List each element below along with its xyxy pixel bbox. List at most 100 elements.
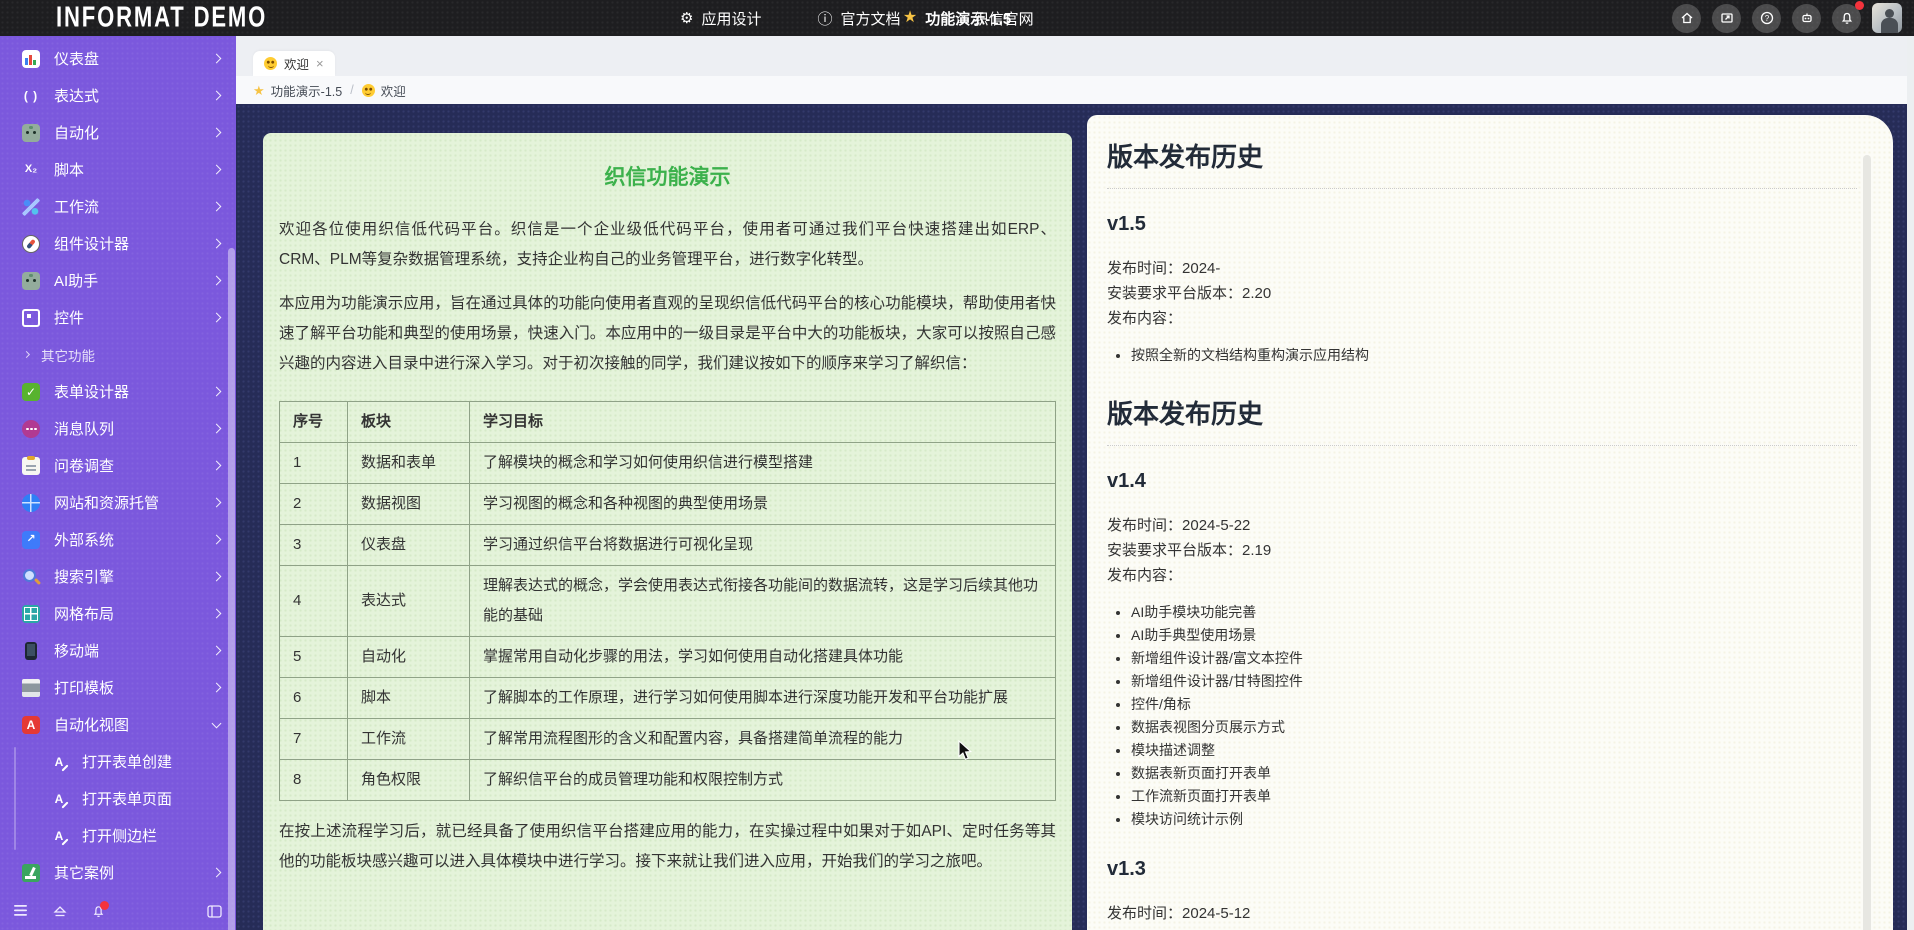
app-logo: INFORMAT DEMO — [56, 1, 267, 34]
table-header-cell: 序号 — [280, 402, 348, 443]
sidebar-item-automation-view[interactable]: A 自动化视图 — [0, 706, 236, 743]
sidebar-item[interactable]: 消息队列 — [0, 410, 236, 447]
chevron-right-icon — [212, 54, 222, 64]
release-panel-scrollbar[interactable] — [1863, 155, 1871, 930]
topbar-menu-item[interactable]: ⚙ 应用设计 — [680, 8, 761, 29]
sidebar-item[interactable]: 工作流 — [0, 188, 236, 225]
home-button[interactable] — [1672, 4, 1701, 33]
star-icon: ★ — [253, 84, 265, 97]
sidebar-item[interactable]: 问卷调查 — [0, 447, 236, 484]
table-row: 4 表达式 理解表达式的概念，学会使用表达式衔接各功能间的数据流转，这是学习后续… — [280, 566, 1056, 637]
sidebar-item[interactable]: 搜索引擎 — [0, 558, 236, 595]
sidebar-item[interactable]: ( ) 表达式 — [0, 77, 236, 114]
chevron-right-icon — [212, 313, 222, 323]
table-row: 7 工作流 了解常用流程图形的含义和配置内容，具备搭建简单流程的能力 — [280, 719, 1056, 760]
robot-icon — [1799, 10, 1815, 26]
release-section-v13: v1.3 发布时间：2024-5-12 安装要求平台版本：2.19 — [1107, 858, 1857, 930]
sidebar-item[interactable]: ✓ 表单设计器 — [0, 373, 236, 410]
sidebar-footer — [0, 892, 236, 930]
release-date: 2024-5-12 — [1182, 905, 1250, 922]
sidebar-item[interactable]: AI助手 — [0, 262, 236, 299]
sidebar-group-other-functions[interactable]: 其它功能 — [0, 336, 236, 373]
sidebar-item[interactable]: ↗ 外部系统 — [0, 521, 236, 558]
robot-button[interactable] — [1792, 4, 1821, 33]
sidebar-item[interactable]: 控件 — [0, 299, 236, 336]
svg-text:?: ? — [1764, 14, 1769, 23]
sidebar-item[interactable]: 打印模板 — [0, 669, 236, 706]
table-row: 1 数据和表单 了解模块的概念和学习如何使用织信进行模型搭建 — [280, 443, 1056, 484]
window-share-button[interactable] — [1712, 4, 1741, 33]
chevron-right-icon — [212, 535, 222, 545]
sidebar-item[interactable]: 组件设计器 — [0, 225, 236, 262]
table-cell-goal: 掌握常用自动化步骤的用法，学习如何使用自动化搭建具体功能 — [470, 637, 1056, 678]
notifications-button[interactable] — [1832, 4, 1861, 33]
sidebar: 仪表盘 ( ) 表达式 自动化 X₂ 脚本 — [0, 36, 236, 930]
menu-lines-icon[interactable] — [14, 905, 29, 917]
print-template-icon — [22, 679, 40, 697]
mobile-icon — [25, 642, 37, 660]
breadcrumb-current[interactable]: 欢迎 — [362, 81, 406, 100]
sidebar-item[interactable]: 移动端 — [0, 632, 236, 669]
table-cell-module: 脚本 — [348, 678, 470, 719]
table-cell-goal: 了解常用流程图形的含义和配置内容，具备搭建简单流程的能力 — [470, 719, 1056, 760]
sidebar-item-other-cases[interactable]: 其它案例 — [0, 854, 236, 891]
release-note-item: 数据表视图分页展示方式 — [1131, 719, 1857, 736]
chevron-right-icon — [212, 683, 222, 693]
sidebar-primary-group: 仪表盘 ( ) 表达式 自动化 X₂ 脚本 — [0, 40, 236, 336]
help-button[interactable]: ? — [1752, 4, 1781, 33]
sidebar-item[interactable]: 自动化 — [0, 114, 236, 151]
release-date-label: 发布时间： — [1107, 517, 1182, 534]
smiley-icon — [362, 84, 375, 97]
sidebar-subitem[interactable]: A 打开表单创建 — [0, 743, 236, 780]
table-row: 6 脚本 了解脚本的工作原理，进行学习如何使用脚本进行深度功能开发和平台功能扩展 — [280, 678, 1056, 719]
table-cell-goal: 学习视图的概念和各种视图的典型使用场景 — [470, 484, 1056, 525]
widget-icon — [22, 309, 40, 327]
sidebar-scrollbar[interactable] — [228, 248, 235, 930]
topbar-actions: ? — [1672, 3, 1902, 33]
sidebar-item[interactable]: 网站和资源托管 — [0, 484, 236, 521]
release-date: 2024- — [1182, 260, 1220, 277]
component-designer-icon — [22, 235, 40, 253]
automation-view-sub-icon: A — [50, 790, 68, 808]
chevron-right-icon — [212, 239, 222, 249]
grid-layout-icon — [22, 605, 40, 623]
avatar[interactable] — [1872, 3, 1902, 33]
topbar-menu-item[interactable]: ⓘ 官方文档 — [817, 8, 900, 29]
release-date-label: 发布时间： — [1107, 905, 1182, 922]
platform-version: 2.20 — [1242, 285, 1271, 302]
sidebar-item[interactable]: 网格布局 — [0, 595, 236, 632]
welcome-panel: 织信功能演示 欢迎各位使用织信低代码平台。织信是一个企业级低代码平台，使用者可通… — [263, 133, 1072, 930]
platform-label: 安装要求平台版本： — [1107, 285, 1242, 302]
release-date-label: 发布时间： — [1107, 260, 1182, 277]
chevron-right-icon — [23, 351, 30, 358]
sidebar-item[interactable]: X₂ 脚本 — [0, 151, 236, 188]
sidebar-subitem[interactable]: A 打开侧边栏 — [0, 817, 236, 854]
current-app-title: ★ 功能演示-1.5 — [903, 8, 1011, 29]
table-cell-goal: 理解表达式的概念，学会使用表达式衔接各功能间的数据流转，这是学习后续其他功能的基… — [470, 566, 1056, 637]
page-scrollbar[interactable] — [1907, 36, 1914, 930]
table-row: 5 自动化 掌握常用自动化步骤的用法，学习如何使用自动化搭建具体功能 — [280, 637, 1056, 678]
release-section-v15: 版本发布历史 v1.5 发布时间：2024- 安装要求平台版本：2.20 发布内… — [1107, 137, 1857, 364]
bell-icon — [1839, 10, 1855, 26]
table-cell-module: 工作流 — [348, 719, 470, 760]
table-cell-module: 表达式 — [348, 566, 470, 637]
tab-welcome[interactable]: 欢迎 × — [253, 51, 335, 76]
breadcrumb-root[interactable]: ★ 功能演示-1.5 — [253, 81, 342, 100]
smiley-icon — [264, 57, 277, 70]
sidebar-subitem[interactable]: A 打开表单页面 — [0, 780, 236, 817]
chevron-right-icon — [212, 498, 222, 508]
collapse-sidebar-icon[interactable] — [207, 905, 222, 918]
table-cell-index: 4 — [280, 566, 348, 637]
close-icon[interactable]: × — [316, 57, 324, 70]
eject-icon[interactable] — [53, 905, 67, 917]
notification-badge — [1855, 1, 1864, 10]
bell-icon[interactable] — [91, 904, 106, 919]
platform-label: 安装要求平台版本： — [1107, 542, 1242, 559]
release-history-panel: 版本发布历史 v1.5 发布时间：2024- 安装要求平台版本：2.20 发布内… — [1087, 115, 1893, 930]
table-cell-index: 7 — [280, 719, 348, 760]
chevron-right-icon — [212, 572, 222, 582]
sidebar-item[interactable]: 仪表盘 — [0, 40, 236, 77]
closing-paragraph: 在按上述流程学习后，就已经具备了使用织信平台搭建应用的能力，在实操过程中如果对于… — [279, 817, 1056, 877]
table-cell-goal: 了解模块的概念和学习如何使用织信进行模型搭建 — [470, 443, 1056, 484]
release-note-item: 新增组件设计器/富文本控件 — [1131, 650, 1857, 667]
